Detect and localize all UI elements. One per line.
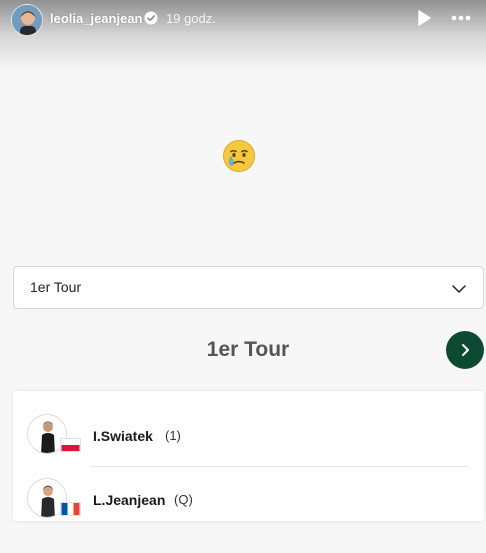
chevron-down-icon bbox=[452, 285, 466, 293]
story-username[interactable]: leolia_jeanjean bbox=[50, 11, 143, 26]
player-name: L.Jeanjean bbox=[93, 492, 166, 508]
player-seed: (Q) bbox=[174, 492, 193, 507]
round-select-value: 1er Tour bbox=[30, 279, 82, 295]
poland-flag-icon bbox=[60, 438, 81, 452]
france-flag-icon bbox=[60, 502, 81, 516]
player-row: L.Jeanjean (Q) bbox=[13, 470, 484, 528]
story-header: leolia_jeanjean 19 godz. bbox=[0, 0, 486, 72]
player-row: I.Swiatek (1) bbox=[13, 406, 484, 464]
chevron-right-icon bbox=[462, 344, 469, 356]
divider bbox=[90, 466, 469, 467]
round-title: 1er Tour bbox=[206, 338, 290, 361]
crying-face-emoji-icon bbox=[223, 140, 255, 172]
story-timestamp: 19 godz. bbox=[166, 11, 216, 26]
player-name: I.Swiatek bbox=[93, 428, 153, 444]
more-options-icon[interactable] bbox=[450, 10, 472, 26]
match-card[interactable]: I.Swiatek (1) L.Jeanjean (Q) bbox=[13, 390, 484, 521]
next-round-button[interactable] bbox=[446, 331, 484, 369]
avatar[interactable] bbox=[11, 4, 43, 36]
verified-badge-icon bbox=[144, 11, 158, 25]
player-seed: (1) bbox=[165, 428, 181, 443]
avatar-image bbox=[12, 5, 42, 35]
play-icon[interactable] bbox=[415, 9, 433, 27]
divider bbox=[13, 390, 484, 391]
round-select-dropdown[interactable]: 1er Tour bbox=[13, 266, 484, 309]
